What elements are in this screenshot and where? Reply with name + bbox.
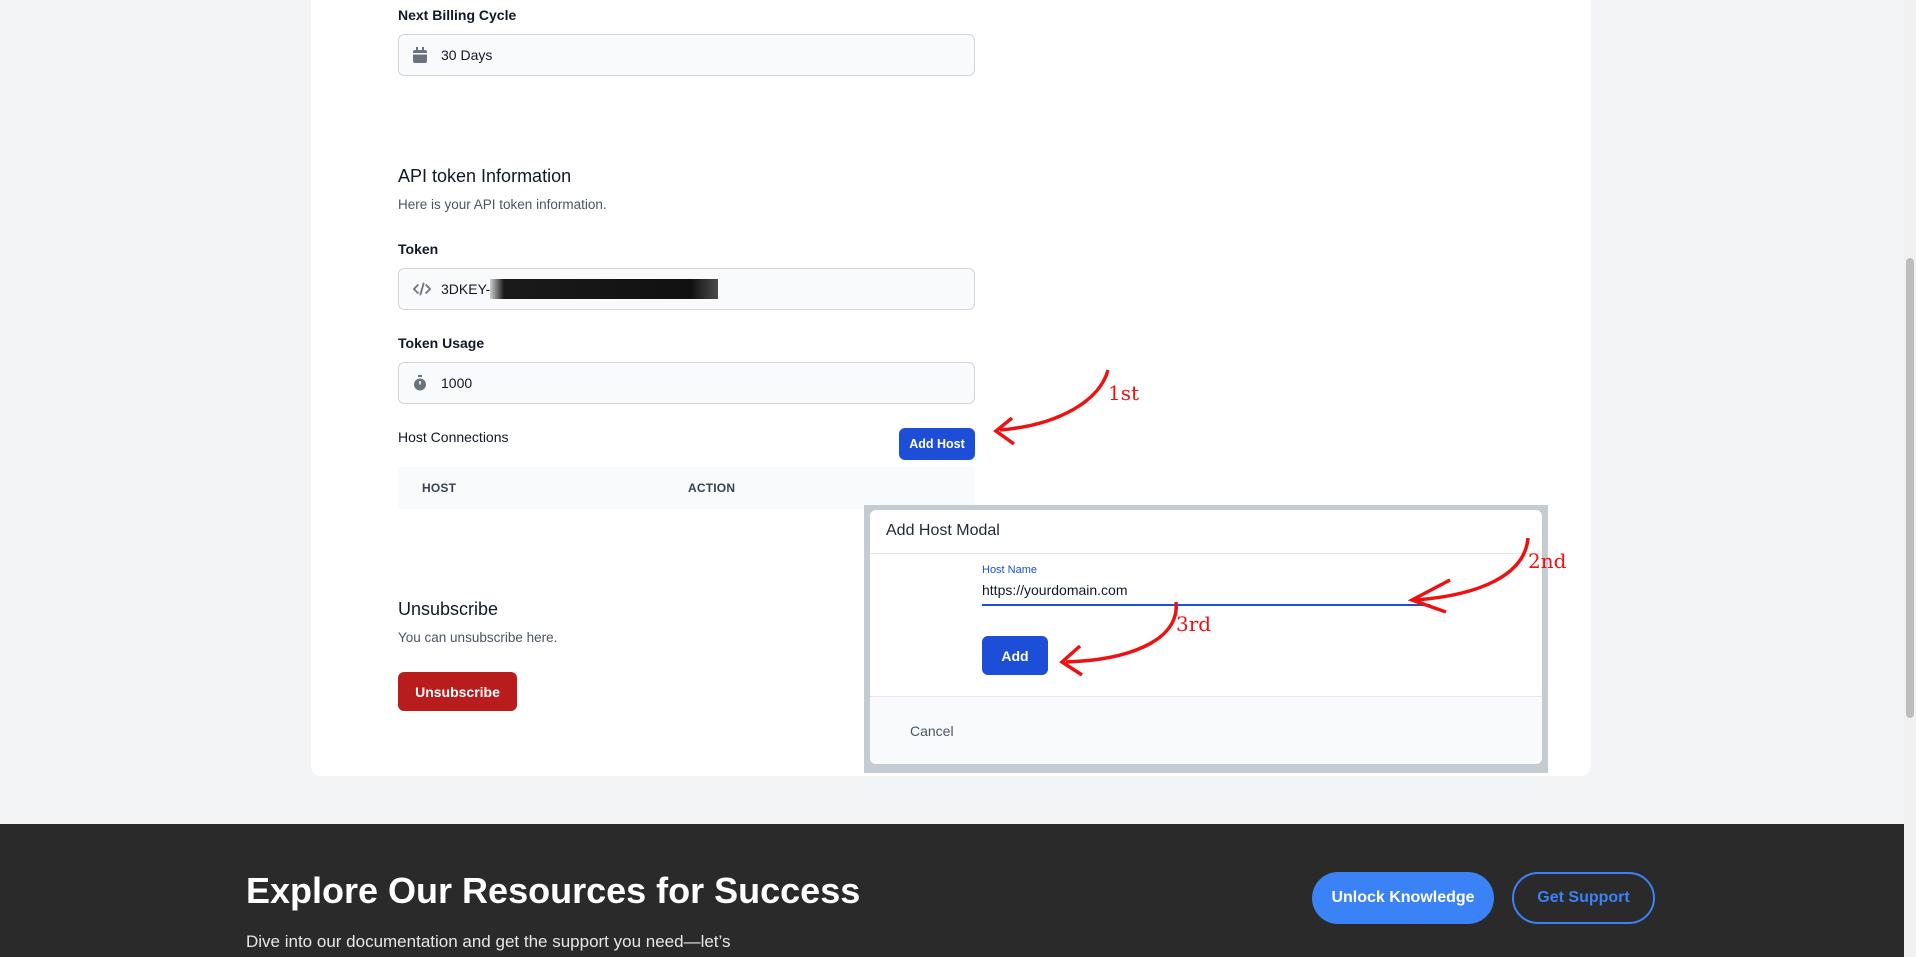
annotation-overlay: 1st 2nd 3rd	[993, 369, 1567, 677]
scrollbar-thumb[interactable]	[1906, 258, 1914, 718]
annotation-1st: 1st	[1108, 381, 1139, 405]
annotation-arrow-3	[1065, 601, 1178, 664]
resources-footer: Explore Our Resources for Success Dive i…	[0, 824, 1904, 957]
annotation-3rd: 3rd	[1176, 612, 1211, 636]
annotation-2nd: 2nd	[1528, 549, 1567, 573]
annotation-arrow-1	[999, 369, 1110, 432]
get-support-button[interactable]: Get Support	[1512, 872, 1655, 924]
unlock-knowledge-button[interactable]: Unlock Knowledge	[1312, 872, 1494, 924]
footer-title: Explore Our Resources for Success	[246, 870, 861, 911]
page-scrollbar[interactable]	[1904, 0, 1916, 957]
footer-subtitle: Dive into our documentation and get the …	[246, 932, 731, 951]
